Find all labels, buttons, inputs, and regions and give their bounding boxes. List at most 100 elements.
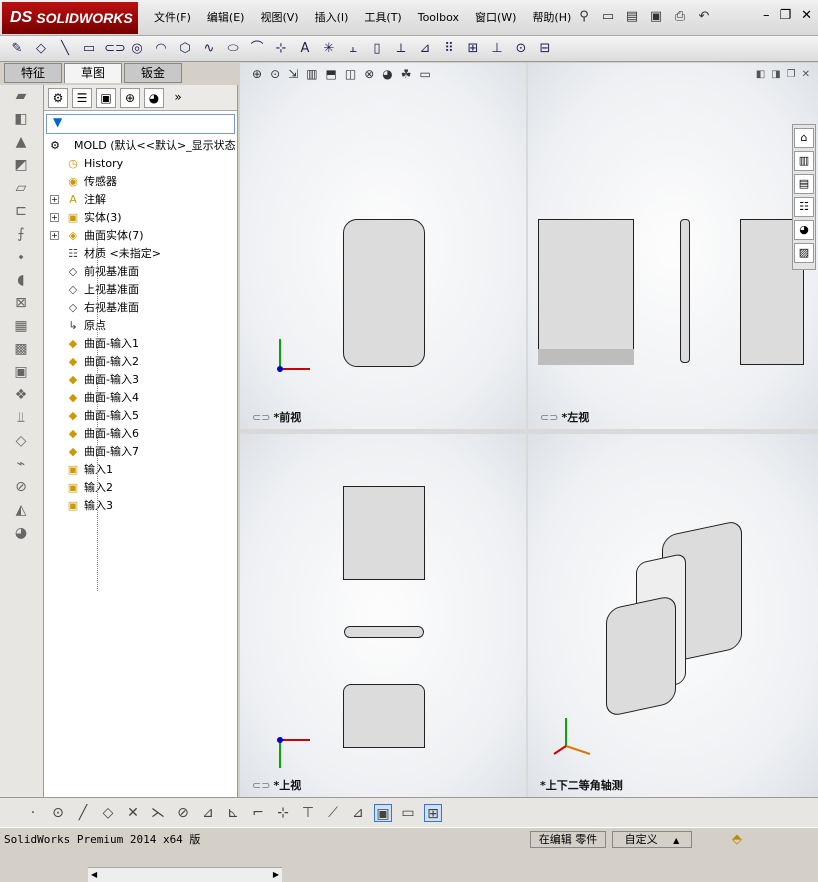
slot-icon[interactable]: ⊂⊃ bbox=[104, 40, 126, 58]
dimxpert-tab-icon[interactable]: ⊕ bbox=[120, 87, 140, 108]
grid-snap-icon[interactable]: ⊿ bbox=[349, 804, 367, 822]
angle-snap-icon[interactable]: ⟋ bbox=[324, 804, 342, 822]
scroll-right-icon[interactable]: ▶ bbox=[273, 870, 279, 879]
fillet-feature-icon[interactable]: ◖ bbox=[8, 272, 34, 292]
save-icon[interactable]: ▣ bbox=[647, 8, 665, 26]
menu-tools[interactable]: 工具(T) bbox=[356, 10, 409, 26]
undo-icon[interactable]: ↶ bbox=[695, 8, 713, 26]
view-settings-icon[interactable]: ▭ bbox=[420, 67, 431, 81]
expand-toggle-icon[interactable]: + bbox=[50, 213, 59, 222]
menu-help[interactable]: 帮助(H) bbox=[524, 10, 579, 26]
perpendicular-snap-icon[interactable]: ⊿ bbox=[199, 804, 217, 822]
horizontal-snap-icon[interactable]: ⌐ bbox=[249, 804, 267, 822]
tree-node[interactable]: + ◈ 曲面实体(7) bbox=[44, 227, 237, 245]
tree-node[interactable]: ◆ 曲面-输入6 bbox=[44, 425, 237, 443]
tree-node[interactable]: ◇ 上视基准面 bbox=[44, 281, 237, 299]
tree-filter[interactable]: ▼ bbox=[46, 114, 235, 134]
tree-node[interactable]: ◇ 右视基准面 bbox=[44, 299, 237, 317]
reference-geometry-icon[interactable]: ◇ bbox=[8, 433, 34, 453]
tree-node[interactable]: ☷ 材质 <未指定> bbox=[44, 245, 237, 263]
expand-tabs-icon[interactable]: » bbox=[168, 88, 188, 108]
zoom-area-icon[interactable]: ⊙ bbox=[270, 67, 280, 81]
tree-node[interactable]: ↳ 原点 bbox=[44, 317, 237, 335]
swept-boss-icon[interactable]: ▲ bbox=[8, 134, 34, 154]
graphics-area[interactable]: ⊕ ⊙ ⇲ ▥ ⬒ ◫ ⊗ ◕ ☘ ▭ ⊂⊃ *前视 ◧ ◨ ❐ ✕ ⊂⊃ *左… bbox=[240, 63, 818, 797]
zoom-to-fit-icon[interactable]: ⊕ bbox=[252, 67, 262, 81]
previous-view-icon[interactable]: ⇲ bbox=[288, 67, 298, 81]
linear-pattern-icon[interactable]: ⊠ bbox=[8, 295, 34, 315]
fillet-icon[interactable]: ⌒ bbox=[248, 40, 266, 58]
polygon-icon[interactable]: ⬡ bbox=[176, 40, 194, 58]
tree-root-part[interactable]: ⚙ MOLD (默认<<默认>_显示状态 1 bbox=[44, 137, 246, 155]
revolved-cut-icon[interactable]: ⨍ bbox=[8, 226, 34, 246]
restore-icon[interactable]: ❐ bbox=[779, 8, 791, 23]
file-explorer-icon[interactable]: ▤ bbox=[794, 174, 814, 194]
tag-icon[interactable]: ⬘ bbox=[732, 832, 742, 847]
shell-icon[interactable]: ▣ bbox=[8, 364, 34, 384]
mirror-icon[interactable]: ⊿ bbox=[416, 40, 434, 58]
menu-window[interactable]: 窗口(W) bbox=[467, 10, 524, 26]
menu-view[interactable]: 视图(V) bbox=[252, 10, 306, 26]
point-icon[interactable]: ⊹ bbox=[272, 40, 290, 58]
tab-sketch[interactable]: 草图 bbox=[64, 63, 122, 83]
relations-icon[interactable]: ⊥ bbox=[488, 40, 506, 58]
dimension-icon[interactable]: ⊤ bbox=[299, 804, 317, 822]
convert-entities-icon[interactable]: ▯ bbox=[368, 40, 386, 58]
appearances-icon[interactable]: ◕ bbox=[794, 220, 814, 240]
tree-node[interactable]: ◇ 前视基准面 bbox=[44, 263, 237, 281]
quadrant-snap-icon[interactable]: ◇ bbox=[99, 804, 117, 822]
spline-icon[interactable]: ∿ bbox=[200, 40, 218, 58]
viewport-prev-icon[interactable]: ◧ bbox=[756, 69, 765, 80]
draft-icon[interactable]: ▩ bbox=[8, 341, 34, 361]
new-document-icon[interactable]: ▭ bbox=[599, 8, 617, 26]
surface-icon[interactable]: ◭ bbox=[8, 502, 34, 522]
viewport-top[interactable]: ⊂⊃ *上视 bbox=[240, 434, 526, 797]
hole-wizard-icon[interactable]: ⊏ bbox=[8, 203, 34, 223]
pin-icon[interactable]: ⚲ bbox=[575, 8, 593, 26]
tree-node[interactable]: ◉ 传感器 bbox=[44, 173, 237, 191]
centerline-icon[interactable]: ✳ bbox=[320, 40, 338, 58]
tree-node[interactable]: ▣ 输入3 bbox=[44, 497, 237, 515]
solidworks-logo[interactable]: DS SOLIDWORKS bbox=[2, 2, 138, 34]
design-library-icon[interactable]: ▥ bbox=[794, 151, 814, 171]
instant3d-icon[interactable]: ⊘ bbox=[8, 479, 34, 499]
display-style-icon[interactable]: ◫ bbox=[345, 67, 356, 81]
viewport-front[interactable]: ⊕ ⊙ ⇲ ▥ ⬒ ◫ ⊗ ◕ ☘ ▭ ⊂⊃ *前视 bbox=[240, 63, 526, 429]
view-palette-icon[interactable]: ☷ bbox=[794, 197, 814, 217]
tree-node[interactable]: ◆ 曲面-输入7 bbox=[44, 443, 237, 461]
print-icon[interactable]: ⎙ bbox=[671, 8, 689, 26]
four-view-icon[interactable]: ⊞ bbox=[424, 803, 442, 822]
viewport-next-icon[interactable]: ◨ bbox=[771, 69, 780, 80]
viewport-restore-icon[interactable]: ❐ bbox=[787, 69, 796, 80]
tree-node[interactable]: ▣ 输入1 bbox=[44, 461, 237, 479]
minimize-icon[interactable]: – bbox=[763, 8, 770, 23]
point-snap-icon[interactable]: · bbox=[24, 804, 42, 822]
section-view-icon[interactable]: ▥ bbox=[306, 67, 317, 81]
open-folder-icon[interactable]: ▤ bbox=[623, 8, 641, 26]
parallel-snap-icon[interactable]: ⊾ bbox=[224, 804, 242, 822]
circle-icon[interactable]: ◎ bbox=[128, 40, 146, 58]
viewport-isometric[interactable]: *上下二等角轴测 bbox=[528, 434, 818, 797]
repair-sketch-icon[interactable]: ⊙ bbox=[512, 40, 530, 58]
extruded-cut-icon[interactable]: ▱ bbox=[8, 180, 34, 200]
tab-sheet-metal[interactable]: 钣金 bbox=[124, 63, 182, 83]
pattern-icon[interactable]: ⠿ bbox=[440, 40, 458, 58]
property-manager-tab-icon[interactable]: ☰ bbox=[72, 87, 92, 108]
menu-edit[interactable]: 编辑(E) bbox=[199, 10, 253, 26]
smart-dimension-icon[interactable]: ◇ bbox=[32, 40, 50, 58]
display-manager-tab-icon[interactable]: ◕ bbox=[144, 87, 164, 108]
solidworks-resources-icon[interactable]: ⌂ bbox=[794, 128, 814, 148]
rib-icon[interactable]: ▦ bbox=[8, 318, 34, 338]
feature-tree-tab-icon[interactable]: ⚙ bbox=[48, 87, 68, 108]
rapid-sketch-icon[interactable]: ⊟ bbox=[536, 40, 554, 58]
configuration-manager-tab-icon[interactable]: ▣ bbox=[96, 87, 116, 108]
tree-horizontal-scrollbar[interactable]: ◀ ▶ bbox=[88, 867, 282, 882]
sketch-icon[interactable]: ✎ bbox=[8, 40, 26, 58]
extruded-boss-icon[interactable]: ▰ bbox=[8, 88, 34, 108]
view-orientation-icon[interactable]: ⬒ bbox=[326, 67, 337, 81]
tree-node[interactable]: ◆ 曲面-输入1 bbox=[44, 335, 237, 353]
viewport-close-icon[interactable]: ✕ bbox=[802, 69, 810, 80]
tree-node[interactable]: ◷ History bbox=[44, 155, 237, 173]
expand-toggle-icon[interactable]: + bbox=[50, 231, 59, 240]
scroll-left-icon[interactable]: ◀ bbox=[91, 870, 97, 879]
